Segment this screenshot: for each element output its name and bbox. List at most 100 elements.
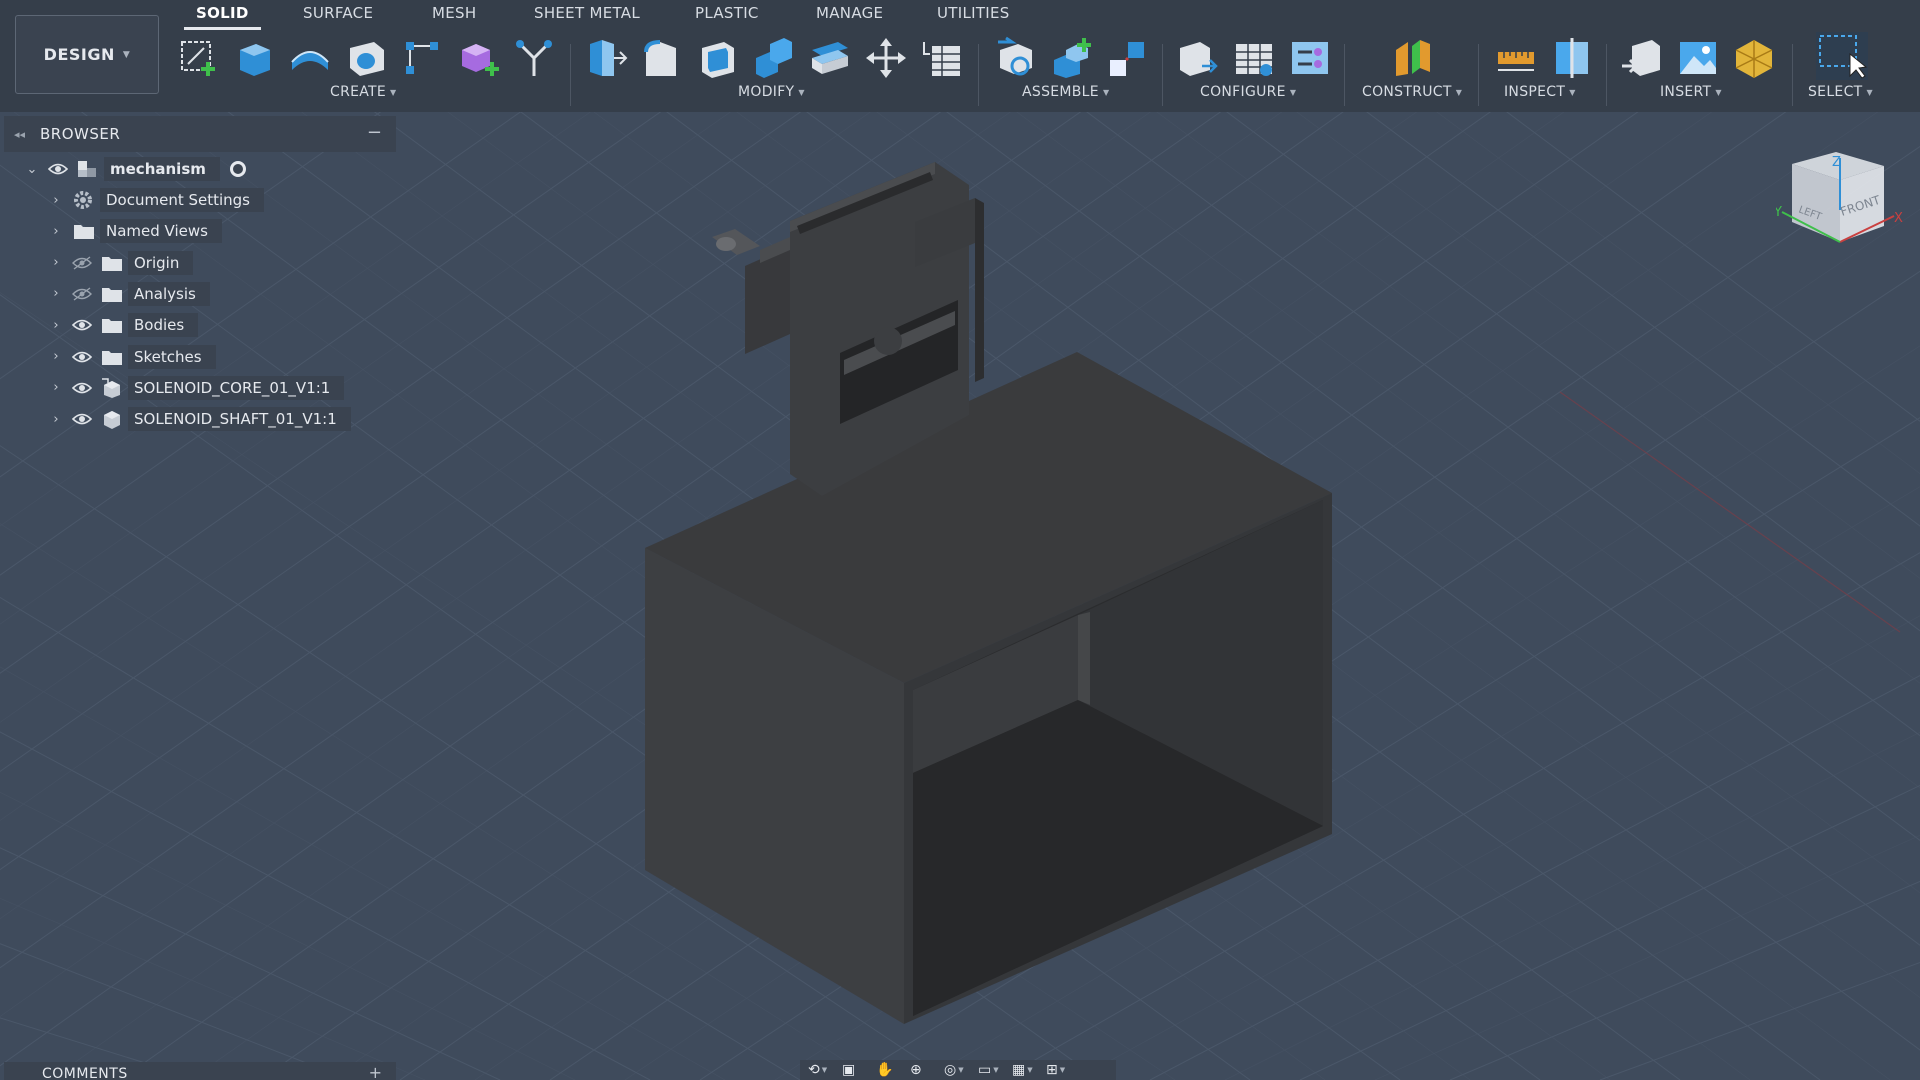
chevron-right-icon[interactable]: › [48,349,64,364]
tab-sheet-metal[interactable]: SHEET METAL [534,4,640,28]
toolbar-divider [1344,44,1345,106]
workspace-switcher-button[interactable]: DESIGN ▼ [15,15,159,94]
pan-icon[interactable]: ✋ [876,1061,902,1079]
chevron-down-icon: ▼ [122,49,131,60]
assemble-menu[interactable]: ASSEMBLE ▼ [1022,84,1109,100]
construct-menu[interactable]: CONSTRUCT ▼ [1362,84,1462,100]
move-icon[interactable] [864,36,908,80]
shell-icon[interactable] [696,36,740,80]
tree-root-mechanism[interactable]: ⌄ mechanism [24,156,246,182]
folder-icon [100,283,124,305]
eye-icon[interactable] [72,381,92,395]
new-component-icon[interactable] [456,36,500,80]
revolve-icon[interactable] [288,36,332,80]
tree-item-origin[interactable]: › Origin [48,250,194,276]
tab-manage[interactable]: MANAGE [816,4,883,28]
offset-face-icon[interactable] [808,36,852,80]
tree-item-label: Bodies [128,313,199,338]
measure-icon[interactable] [1494,36,1538,80]
construct-plane-icon[interactable] [1390,36,1434,80]
create-menu[interactable]: CREATE ▼ [330,84,397,100]
combine-icon[interactable] [752,36,796,80]
chevron-down-icon: ▼ [1102,87,1110,97]
inspect-menu[interactable]: INSPECT ▼ [1504,84,1576,100]
extrude-icon[interactable] [232,36,276,80]
chevron-right-icon[interactable]: › [48,380,64,395]
table-icon[interactable] [1232,36,1276,80]
tree-item-named-views[interactable]: › Named Views [48,218,222,244]
collapse-panel-icon[interactable]: ◂◂ [14,128,40,141]
workspace-label: DESIGN [43,45,115,64]
tab-utilities[interactable]: UTILITIES [937,4,1010,28]
folder-icon [100,346,124,368]
comments-panel[interactable]: COMMENTS + [4,1062,396,1080]
chevron-right-icon[interactable]: › [48,412,64,427]
hole-icon[interactable] [344,36,388,80]
viewports-icon[interactable]: ⊞ ▼ [1046,1061,1072,1079]
tree-item-sketches[interactable]: › Sketches [48,344,216,370]
folder-icon [100,252,124,274]
configure-menu[interactable]: CONFIGURE ▼ [1200,84,1296,100]
fit-icon[interactable]: ◎ ▼ [944,1061,970,1079]
eye-icon[interactable] [48,162,68,176]
tab-mesh[interactable]: MESH [432,4,476,28]
change-parameters-icon[interactable] [920,36,964,80]
eye-icon[interactable] [72,350,92,364]
pattern-icon[interactable] [400,36,444,80]
insert-mesh-icon[interactable] [1732,36,1776,80]
rigid-group-icon[interactable] [1106,36,1150,80]
new-component-assemble-icon[interactable] [1050,36,1094,80]
tree-item-label: Sketches [128,344,216,369]
insert-menu[interactable]: INSERT ▼ [1660,84,1722,100]
eye-icon[interactable] [72,412,92,426]
gear-icon [72,189,96,211]
tab-plastic[interactable]: PLASTIC [695,4,759,28]
chevron-down-icon: ▼ [798,87,805,97]
fillet-icon[interactable] [640,36,684,80]
tree-item-label: Origin [128,250,194,275]
insert-image-icon[interactable] [1676,36,1720,80]
chevron-down-icon: ▼ [1866,87,1873,97]
select-window-icon[interactable] [1816,32,1868,80]
tree-item-solenoid-shaft-01-v1-1[interactable]: › SOLENOID_SHAFT_01_V1:1 [48,406,351,432]
tab-solid[interactable]: SOLID [184,4,261,30]
eye-icon[interactable] [72,318,92,332]
canvas-viewport[interactable] [0,112,1920,1080]
configure-rules-icon[interactable] [1288,36,1332,80]
tree-item-solenoid-core-01-v1-1[interactable]: › SOLENOID_CORE_01_V1:1 [48,375,345,401]
insert-derive-icon[interactable] [1620,36,1664,80]
display-settings-icon[interactable]: ▭ ▼ [978,1061,1004,1079]
zoom-icon[interactable]: ⊕ [910,1061,936,1079]
browser-panel-header[interactable]: ◂◂ BROWSER − [4,116,396,152]
configure-icon[interactable] [1176,36,1220,80]
chevron-down-icon: ▼ [1715,87,1722,97]
modify-menu[interactable]: MODIFY ▼ [738,84,805,100]
tab-surface[interactable]: SURFACE [303,4,373,28]
tree-item-bodies[interactable]: › Bodies [48,312,199,338]
chevron-right-icon[interactable]: › [48,286,64,301]
model-mechanism[interactable] [0,112,1920,1080]
create-sketch-icon[interactable] [176,36,220,80]
minimize-icon[interactable]: − [367,122,382,143]
chevron-right-icon[interactable]: › [48,318,64,333]
joint-icon[interactable] [994,36,1038,80]
add-comment-icon[interactable]: + [369,1063,382,1080]
grid-settings-icon[interactable]: ▦ ▼ [1012,1061,1038,1079]
chevron-right-icon[interactable]: › [48,224,64,239]
press-pull-icon[interactable] [584,36,628,80]
tree-item-document-settings[interactable]: › Document Settings [48,187,265,213]
tree-item-analysis[interactable]: › Analysis [48,281,210,307]
orbit-icon[interactable]: ⟲ ▼ [808,1061,834,1079]
chevron-down-icon[interactable]: ⌄ [24,162,40,177]
eye-hidden-icon[interactable] [72,256,92,270]
toolbar-divider [1162,44,1163,106]
view-cube[interactable]: Z Y X LEFT FRONT [1773,150,1908,254]
eye-hidden-icon[interactable] [72,287,92,301]
section-analysis-icon[interactable] [1550,36,1594,80]
select-menu[interactable]: SELECT ▼ [1808,84,1873,100]
chevron-right-icon[interactable]: › [48,193,64,208]
activate-radio-icon[interactable] [229,161,246,177]
derive-icon[interactable] [512,36,556,80]
chevron-right-icon[interactable]: › [48,255,64,270]
look-at-icon[interactable]: ▣ [842,1061,868,1079]
